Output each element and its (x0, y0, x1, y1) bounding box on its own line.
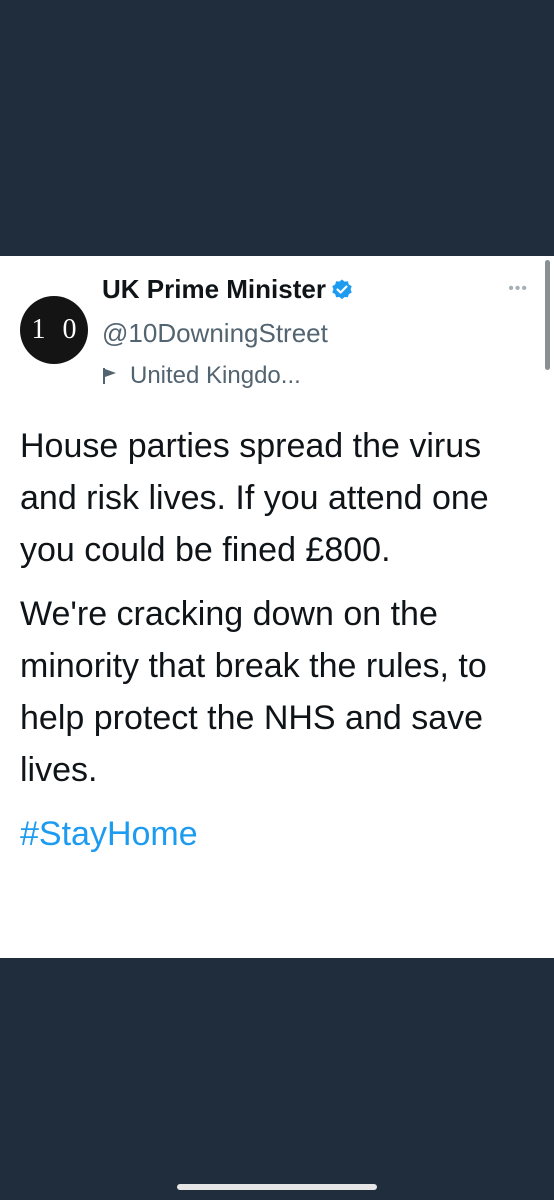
tweet-card: 1 0 UK Prime Minister @10DowningStreet U… (0, 256, 554, 958)
tweet-paragraph-2: We're cracking down on the minority that… (20, 595, 487, 789)
tweet-body: House parties spread the virus and risk … (20, 420, 532, 872)
flag-icon (103, 368, 116, 384)
avatar-logo-text: 1 0 (31, 314, 82, 345)
verified-badge-icon (332, 279, 352, 299)
more-options-icon[interactable]: ••• (508, 280, 528, 298)
handle[interactable]: @10DowningStreet (102, 318, 328, 349)
hashtag-link[interactable]: #StayHome (20, 808, 532, 860)
location-row: United Kingdo... (102, 362, 301, 390)
scrollbar[interactable] (545, 260, 550, 370)
display-name-row: UK Prime Minister (102, 274, 354, 305)
location-label: United Kingdo... (130, 362, 301, 389)
home-indicator[interactable] (177, 1184, 377, 1190)
display-name[interactable]: UK Prime Minister (102, 274, 326, 305)
tweet-paragraph-1: House parties spread the virus and risk … (20, 427, 489, 569)
avatar[interactable]: 1 0 (20, 296, 88, 364)
